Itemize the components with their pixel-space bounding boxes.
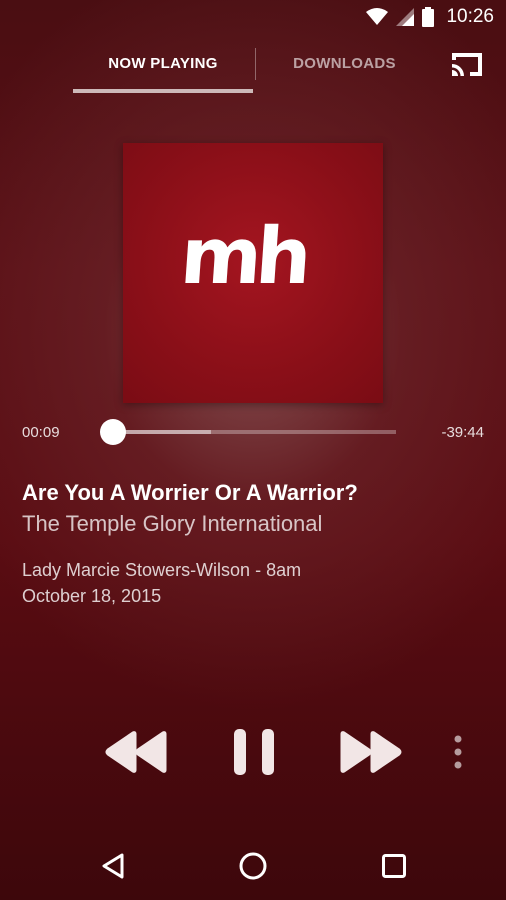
recents-icon[interactable] [381,853,407,879]
playback-controls [0,720,506,784]
fast-forward-icon[interactable] [340,730,402,774]
battery-icon [422,7,435,27]
status-clock: 10:26 [446,6,494,27]
tab-divider [255,48,256,80]
status-bar: 10:26 [0,0,506,36]
cast-icon[interactable] [448,48,486,80]
album-art: mh [123,143,383,403]
track-speaker: Lady Marcie Stowers-Wilson - 8am [22,560,302,580]
logo-text: mh [177,212,308,302]
nav-bar [0,830,506,900]
tab-bar: NOW PLAYING DOWNLOADS [0,40,506,96]
tab-now-playing[interactable]: NOW PLAYING [73,40,253,92]
signal-icon [396,8,415,26]
back-icon[interactable] [100,852,126,880]
track-date: October 18, 2015 [22,586,162,606]
seek-buffer [112,430,212,434]
track-subtitle: The Temple Glory International [22,511,323,536]
mh-logo: mh [177,212,308,302]
rewind-icon[interactable] [105,730,167,774]
tab-indicator [73,89,253,93]
seek-thumb[interactable] [100,419,127,445]
elapsed-time: 00:09 [22,424,60,441]
tab-downloads[interactable]: DOWNLOADS [262,40,427,92]
wifi-icon [366,8,389,25]
track-title: Are You A Worrier Or A Warrior? [22,480,358,505]
seek-bar[interactable] [112,430,396,434]
more-vert-icon[interactable] [451,734,465,770]
remaining-time: -39:44 [441,424,484,441]
pause-icon[interactable] [233,728,275,776]
home-icon[interactable] [238,851,268,881]
status-icons: 10:26 [366,6,494,28]
